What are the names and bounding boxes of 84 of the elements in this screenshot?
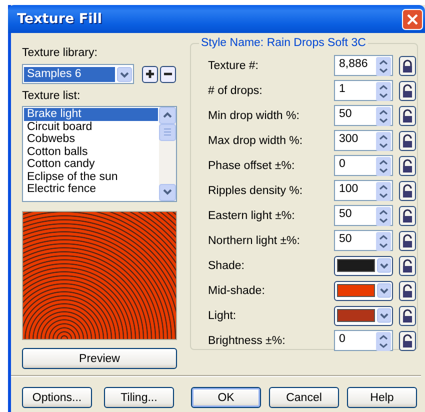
list-item[interactable]: Eclipse of the sun xyxy=(24,170,158,183)
add-button[interactable] xyxy=(142,66,158,82)
lock-toggle[interactable] xyxy=(399,206,416,226)
spin-field[interactable]: 300 xyxy=(334,130,393,151)
field-label: Max drop width %: xyxy=(208,134,304,146)
spin-field[interactable]: 0 xyxy=(334,330,393,351)
lock-toggle[interactable] xyxy=(399,180,416,200)
spin-button[interactable] xyxy=(376,82,391,101)
lock-toggle[interactable] xyxy=(399,230,416,250)
dialog-button[interactable]: Cancel xyxy=(269,387,339,408)
spin-field[interactable]: 0 xyxy=(334,155,393,176)
spin-button[interactable] xyxy=(376,232,391,251)
field-label: Mid-shade: xyxy=(208,284,266,296)
lock-toggle[interactable] xyxy=(399,280,416,300)
list-item[interactable]: Circuit board xyxy=(24,120,158,133)
chevron-down-icon xyxy=(376,258,391,273)
spin-button[interactable] xyxy=(376,57,391,76)
list-label: Texture list: xyxy=(22,89,82,104)
field-label: Northern light ±%: xyxy=(208,234,301,246)
spin-button[interactable] xyxy=(376,207,391,226)
dialog-button[interactable]: OK xyxy=(191,387,261,408)
open-lock-icon xyxy=(402,334,413,348)
list-item[interactable]: Cobwebs xyxy=(24,133,158,146)
open-lock-icon xyxy=(402,84,413,98)
preview-button[interactable]: Preview xyxy=(22,348,177,369)
spin-field[interactable]: 1 xyxy=(334,80,393,101)
spin-field[interactable]: 50 xyxy=(334,205,393,226)
color-picker[interactable] xyxy=(334,280,393,300)
spin-field[interactable]: 50 xyxy=(334,105,393,126)
lock-toggle[interactable] xyxy=(399,130,416,150)
lock-toggle[interactable] xyxy=(399,156,416,176)
chevron-down-icon xyxy=(376,283,391,298)
spin-field[interactable]: 8,886 xyxy=(334,55,393,76)
spin-button[interactable] xyxy=(376,132,391,151)
list-item[interactable]: Brake light xyxy=(24,108,158,120)
field-label: Brightness ±%: xyxy=(208,334,286,346)
window-title: Texture Fill xyxy=(17,11,102,27)
spin-button[interactable] xyxy=(376,332,391,351)
open-lock-icon xyxy=(402,308,413,322)
field-label: Light: xyxy=(208,310,238,322)
spin-field[interactable]: 100 xyxy=(334,180,393,201)
open-lock-icon xyxy=(402,258,413,272)
color-picker[interactable] xyxy=(334,256,393,276)
field-label: Min drop width %: xyxy=(208,110,300,122)
open-lock-icon xyxy=(402,208,413,222)
plus-icon xyxy=(145,69,155,79)
lock-toggle[interactable] xyxy=(399,330,416,350)
dialog-button[interactable]: Help xyxy=(347,387,417,408)
lock-toggle[interactable] xyxy=(399,80,416,100)
chevron-down-icon xyxy=(376,308,391,323)
open-lock-icon xyxy=(402,234,413,248)
open-lock-icon xyxy=(402,134,413,148)
open-lock-icon xyxy=(402,158,413,172)
field-label: Eastern light ±%: xyxy=(208,210,296,222)
list-item[interactable]: Electric fence xyxy=(24,183,158,196)
spin-field[interactable]: 50 xyxy=(334,230,393,251)
spin-button[interactable] xyxy=(376,157,391,176)
library-dropdown[interactable]: Samples 6 xyxy=(22,64,134,84)
field-label: Ripples density %: xyxy=(208,184,304,196)
spin-button[interactable] xyxy=(376,107,391,126)
list-item[interactable]: Cotton candy xyxy=(24,158,158,170)
remove-button[interactable] xyxy=(160,66,176,82)
open-lock-icon xyxy=(402,108,413,122)
field-label: # of drops: xyxy=(208,84,264,96)
field-label: Texture #: xyxy=(208,60,260,72)
list-item[interactable]: Cotton balls xyxy=(24,146,158,158)
spin-button[interactable] xyxy=(376,182,391,201)
library-label: Texture library: xyxy=(22,46,98,61)
lock-toggle[interactable] xyxy=(399,106,416,126)
color-picker[interactable] xyxy=(334,306,393,326)
lock-toggle[interactable] xyxy=(399,256,416,276)
close-icon[interactable] xyxy=(402,8,423,30)
field-label: Shade: xyxy=(208,260,246,272)
lock-toggle[interactable] xyxy=(399,306,416,326)
style-name-label: Style Name: Rain Drops Soft 3C xyxy=(200,37,367,49)
dialog-button[interactable]: Tiling... xyxy=(104,387,174,408)
field-label: Phase offset ±%: xyxy=(208,160,296,172)
lock-toggle[interactable] xyxy=(399,56,416,76)
lock-icon xyxy=(402,58,413,72)
chevron-down-icon xyxy=(117,66,132,82)
scrollbar[interactable] xyxy=(159,107,176,201)
open-lock-icon xyxy=(402,284,413,298)
open-lock-icon xyxy=(402,184,413,198)
dialog-button[interactable]: Options... xyxy=(22,387,92,408)
